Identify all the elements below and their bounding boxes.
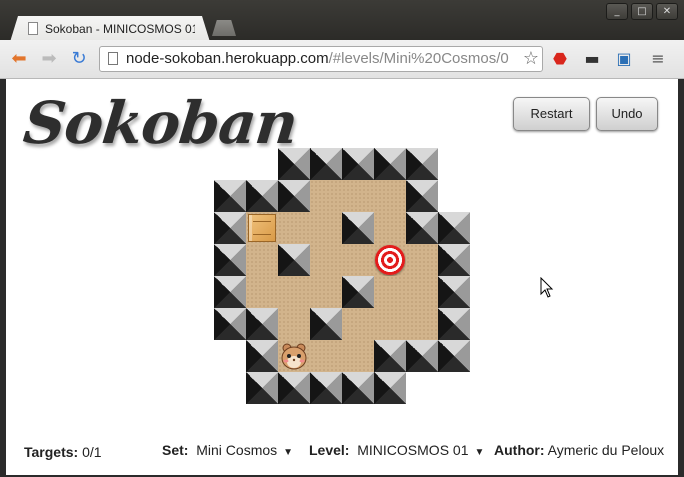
floor-tile: [374, 308, 406, 340]
tab-title: Sokoban - MINICOSMOS 01: [45, 22, 195, 36]
window-buttons: _ □ ✕: [606, 3, 678, 20]
wall-tile: [246, 180, 278, 212]
wall-tile: [406, 180, 438, 212]
wall-tile: [342, 372, 374, 404]
mouse-cursor-icon: [540, 277, 554, 298]
floor-tile: [278, 308, 310, 340]
floor-tile: [374, 212, 406, 244]
wall-tile: [278, 244, 310, 276]
minimize-icon[interactable]: _: [606, 3, 628, 20]
floor-tile: [278, 276, 310, 308]
wall-tile: [438, 308, 470, 340]
window-titlebar: Sokoban - MINICOSMOS 01 _ □ ✕: [0, 0, 684, 42]
back-arrow-icon[interactable]: ⬅: [8, 49, 30, 69]
floor-tile: [374, 180, 406, 212]
floor-tile: [342, 244, 374, 276]
floor-tile: [310, 212, 342, 244]
wall-tile: [214, 308, 246, 340]
wall-tile: [438, 340, 470, 372]
url-text: node-sokoban.herokuapp.com/#levels/Mini%…: [126, 50, 509, 67]
address-bar[interactable]: node-sokoban.herokuapp.com/#levels/Mini%…: [99, 46, 543, 72]
level-dropdown-arrow-icon: ▼: [474, 447, 485, 458]
page-favicon-icon: [28, 22, 38, 35]
wall-tile: [310, 148, 342, 180]
author-value: Aymeric du Peloux: [547, 442, 665, 458]
set-selector[interactable]: Set: Mini Cosmos ▼: [162, 442, 293, 458]
sokoban-logo: Sokoban: [20, 89, 301, 157]
crate-icon: [248, 214, 276, 242]
floor-tile: [310, 340, 342, 372]
wall-tile: [438, 244, 470, 276]
level-label: Level:: [309, 442, 350, 458]
floor-tile: [374, 276, 406, 308]
bookmark-star-icon[interactable]: ☆: [523, 48, 539, 69]
screen-extension-icon[interactable]: ▣: [614, 49, 634, 69]
wall-tile: [278, 180, 310, 212]
set-dropdown-arrow-icon: ▼: [283, 447, 294, 458]
author-label: Author:: [494, 442, 545, 458]
floor-tile: [342, 340, 374, 372]
targets-status: Targets: 0/1: [24, 444, 102, 460]
wall-tile: [342, 148, 374, 180]
maximize-icon[interactable]: □: [631, 3, 653, 20]
wall-tile: [214, 180, 246, 212]
targets-label: Targets:: [24, 444, 79, 460]
hamster-player-icon: [281, 343, 307, 370]
floor-tile: [246, 244, 278, 276]
level-selector[interactable]: Level: MINICOSMOS 01 ▼: [309, 442, 484, 458]
floor-tile: [278, 212, 310, 244]
wall-tile: [406, 340, 438, 372]
wall-tile: [214, 276, 246, 308]
wall-tile: [342, 212, 374, 244]
page-icon: [108, 52, 118, 65]
mask-extension-icon[interactable]: ▬: [582, 49, 602, 69]
wall-tile: [278, 372, 310, 404]
stop-extension-icon[interactable]: ⬣: [550, 49, 570, 69]
set-value: Mini Cosmos: [196, 442, 278, 458]
undo-button[interactable]: Undo: [596, 97, 658, 131]
page-content: Sokoban Restart Undo Targets: 0/1 Set: M…: [6, 79, 678, 475]
target-icon: [375, 245, 405, 275]
forward-arrow-icon[interactable]: ➡: [38, 49, 60, 69]
floor-tile: [310, 180, 342, 212]
wall-tile: [246, 308, 278, 340]
floor-tile: [310, 244, 342, 276]
wall-tile: [246, 372, 278, 404]
wall-tile: [406, 148, 438, 180]
browser-toolbar: ⬅ ➡ ↻ node-sokoban.herokuapp.com/#levels…: [0, 40, 684, 79]
floor-tile: [406, 276, 438, 308]
set-label: Set:: [162, 442, 189, 458]
wall-tile: [374, 372, 406, 404]
wall-tile: [310, 372, 342, 404]
wall-tile: [214, 244, 246, 276]
menu-icon[interactable]: ≡: [648, 49, 668, 69]
restart-button[interactable]: Restart: [513, 97, 590, 131]
targets-value: 0/1: [82, 444, 102, 460]
close-icon[interactable]: ✕: [656, 3, 678, 20]
author-info: Author: Aymeric du Peloux: [494, 442, 664, 458]
floor-tile: [246, 276, 278, 308]
wall-tile: [406, 212, 438, 244]
level-value: MINICOSMOS 01: [357, 442, 469, 458]
wall-tile: [438, 212, 470, 244]
floor-tile: [342, 180, 374, 212]
wall-tile: [214, 212, 246, 244]
floor-tile: [342, 308, 374, 340]
wall-tile: [374, 340, 406, 372]
new-tab-button[interactable]: [212, 20, 236, 36]
browser-tab[interactable]: Sokoban - MINICOSMOS 01: [10, 16, 210, 42]
wall-tile: [278, 148, 310, 180]
floor-tile: [406, 244, 438, 276]
wall-tile: [342, 276, 374, 308]
wall-tile: [374, 148, 406, 180]
floor-tile: [310, 276, 342, 308]
wall-tile: [438, 276, 470, 308]
wall-tile: [310, 308, 342, 340]
wall-tile: [246, 340, 278, 372]
floor-tile: [406, 308, 438, 340]
reload-icon[interactable]: ↻: [68, 49, 90, 69]
